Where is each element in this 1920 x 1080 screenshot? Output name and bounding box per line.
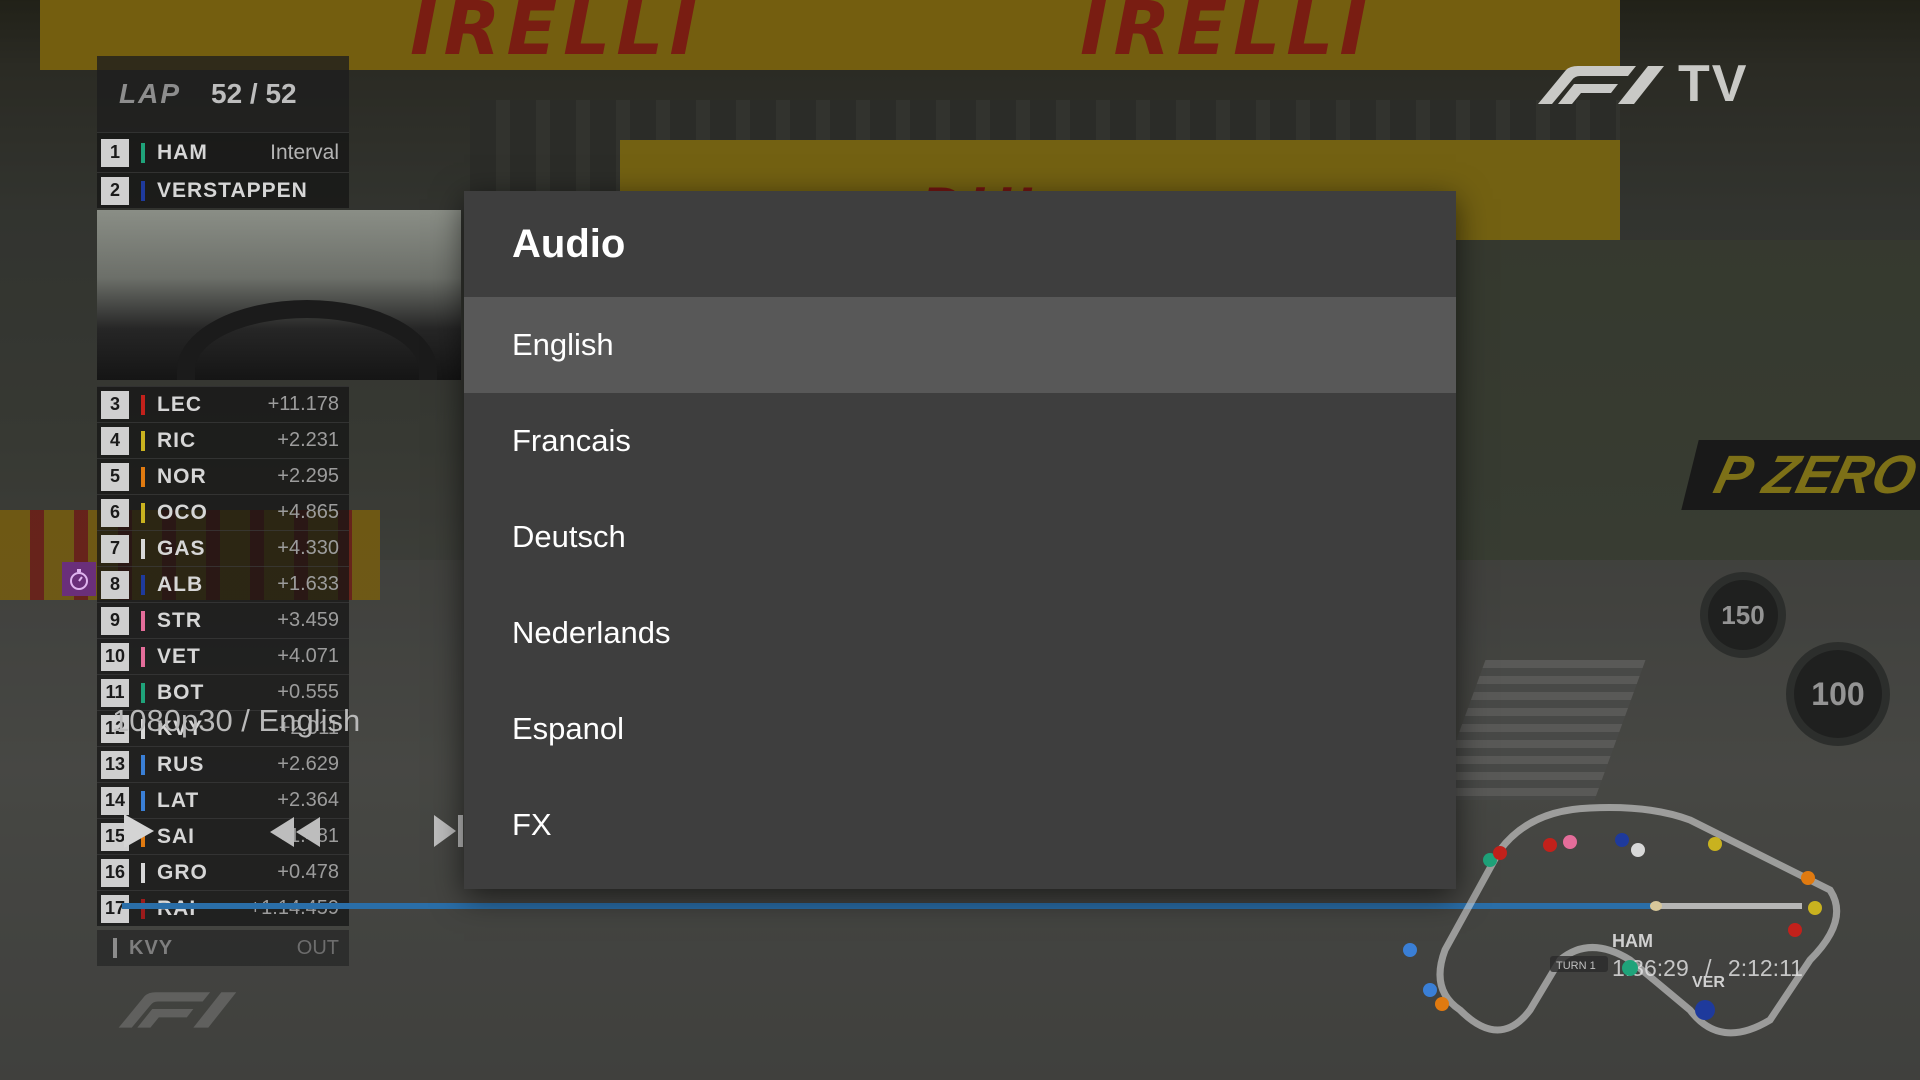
- gap-value: +11.178: [267, 393, 339, 415]
- timing-row-second: 2 VERSTAPPEN: [97, 172, 349, 208]
- team-color-bar: [141, 180, 145, 201]
- lap-counter: LAP 52 / 52: [97, 56, 349, 132]
- team-color-bar: [141, 502, 145, 523]
- driver-code: RUS: [157, 752, 205, 776]
- audio-option-english[interactable]: English: [464, 297, 1456, 393]
- tv-logo-text: TV: [1678, 55, 1749, 113]
- driver-code: HAM: [157, 140, 208, 164]
- position-number: 8: [101, 570, 129, 599]
- timing-row: 13 RUS +2.629: [97, 746, 349, 782]
- position-number: 14: [101, 786, 129, 815]
- audio-option-francais[interactable]: Francais: [464, 393, 1456, 489]
- gap-value: +2.295: [277, 465, 339, 487]
- timing-row: 4 RIC +2.231: [97, 422, 349, 458]
- team-color-bar: [141, 430, 145, 451]
- gap-value: +3.459: [277, 609, 339, 631]
- audio-option-nederlands[interactable]: Nederlands: [464, 585, 1456, 681]
- driver-code: BOT: [157, 680, 205, 704]
- gap-value: +1.633: [277, 573, 339, 595]
- onboard-camera-feed: [97, 210, 461, 380]
- driver-code: ALB: [157, 572, 204, 596]
- driver-code: KVY: [129, 936, 174, 959]
- position-number: 4: [101, 426, 129, 455]
- timing-row: 10 VET +4.071: [97, 638, 349, 674]
- gap-value: +4.071: [277, 645, 339, 667]
- timing-row: 16 GRO +0.478: [97, 854, 349, 890]
- stopwatch-icon: [70, 569, 88, 590]
- audio-option-deutsch[interactable]: Deutsch: [464, 489, 1456, 585]
- timing-row: 7 GAS +4.330: [97, 530, 349, 566]
- gap-value: +0.478: [277, 861, 339, 883]
- f1-logo-icon: [1538, 66, 1664, 104]
- team-color-bar: [141, 754, 145, 775]
- position-number: 2: [101, 176, 129, 205]
- driver-code: RIC: [157, 428, 197, 452]
- timing-row-leader: 1 HAM Interval: [97, 132, 349, 172]
- position-number: 1: [101, 138, 129, 167]
- position-number: 10: [101, 642, 129, 671]
- fastest-lap-stopwatch-icon: [62, 562, 96, 596]
- status-out: OUT: [296, 936, 339, 959]
- audio-option-espanol[interactable]: Espanol: [464, 681, 1456, 777]
- rewind-icon[interactable]: [268, 815, 322, 849]
- timing-row: 6 OCO +4.865: [97, 494, 349, 530]
- position-number: 7: [101, 534, 129, 563]
- gap-value: +4.330: [277, 537, 339, 559]
- team-color-bar: [141, 574, 145, 595]
- dialog-title: Audio: [512, 221, 626, 266]
- skip-next-icon[interactable]: [432, 813, 466, 849]
- team-color-bar: [113, 938, 117, 958]
- driver-code: LEC: [157, 392, 202, 416]
- lap-count: 52 / 52: [211, 78, 297, 109]
- audio-option-fx[interactable]: FX: [464, 777, 1456, 873]
- lap-label: LAP: [119, 78, 181, 109]
- driver-code: SAI: [157, 824, 196, 848]
- team-color-bar: [141, 142, 145, 163]
- team-color-bar: [141, 646, 145, 667]
- driver-code: STR: [157, 608, 202, 632]
- quality-language-label: 1080p30 / English: [112, 703, 361, 738]
- team-color-bar: [141, 394, 145, 415]
- timing-row: 9 STR +3.459: [97, 602, 349, 638]
- position-number: 9: [101, 606, 129, 635]
- audio-options-list: English Francais Deutsch Nederlands Espanol F…: [464, 297, 1456, 873]
- position-number: 6: [101, 498, 129, 527]
- team-color-bar: [141, 610, 145, 631]
- gap-value: +4.865: [277, 501, 339, 523]
- interval-label: Interval: [270, 140, 339, 164]
- f1tv-logo: TV: [1518, 55, 1749, 113]
- map-driver-label: HAM: [1612, 931, 1653, 951]
- timing-row: 3 LEC +11.178: [97, 386, 349, 422]
- map-driver-label: VER: [1692, 974, 1725, 991]
- driver-code: NOR: [157, 464, 207, 488]
- driver-code: VET: [157, 644, 201, 668]
- halo-shape: [177, 300, 437, 380]
- timing-row: 8 ALB +1.633: [97, 566, 349, 602]
- team-color-bar: [141, 682, 145, 703]
- driver-name: VERSTAPPEN: [157, 178, 308, 202]
- driver-code: GRO: [157, 860, 208, 884]
- position-number: 5: [101, 462, 129, 491]
- position-number: 13: [101, 750, 129, 779]
- gap-value: +0.555: [277, 681, 339, 703]
- team-color-bar: [141, 790, 145, 811]
- team-color-bar: [141, 466, 145, 487]
- timing-row: 5 NOR +2.295: [97, 458, 349, 494]
- circuit-map: HAM VER TURN 1: [1403, 804, 1841, 1037]
- driver-code: LAT: [157, 788, 200, 812]
- turn-label: TURN 1: [1556, 960, 1596, 972]
- team-color-bar: [141, 538, 145, 559]
- play-icon[interactable]: [122, 812, 156, 850]
- gap-value: +2.231: [277, 429, 339, 451]
- position-number: 16: [101, 858, 129, 887]
- f1-watermark-icon: [118, 992, 237, 1028]
- gap-value: +2.364: [277, 789, 339, 811]
- gap-value: +2.629: [277, 753, 339, 775]
- audio-dialog: Audio English Francais Deutsch Nederlands Es…: [464, 191, 1456, 889]
- position-number: 3: [101, 390, 129, 419]
- team-color-bar: [141, 862, 145, 883]
- driver-code: OCO: [157, 500, 208, 524]
- driver-code: GAS: [157, 536, 206, 560]
- timing-row-out: KVY OUT: [97, 930, 349, 966]
